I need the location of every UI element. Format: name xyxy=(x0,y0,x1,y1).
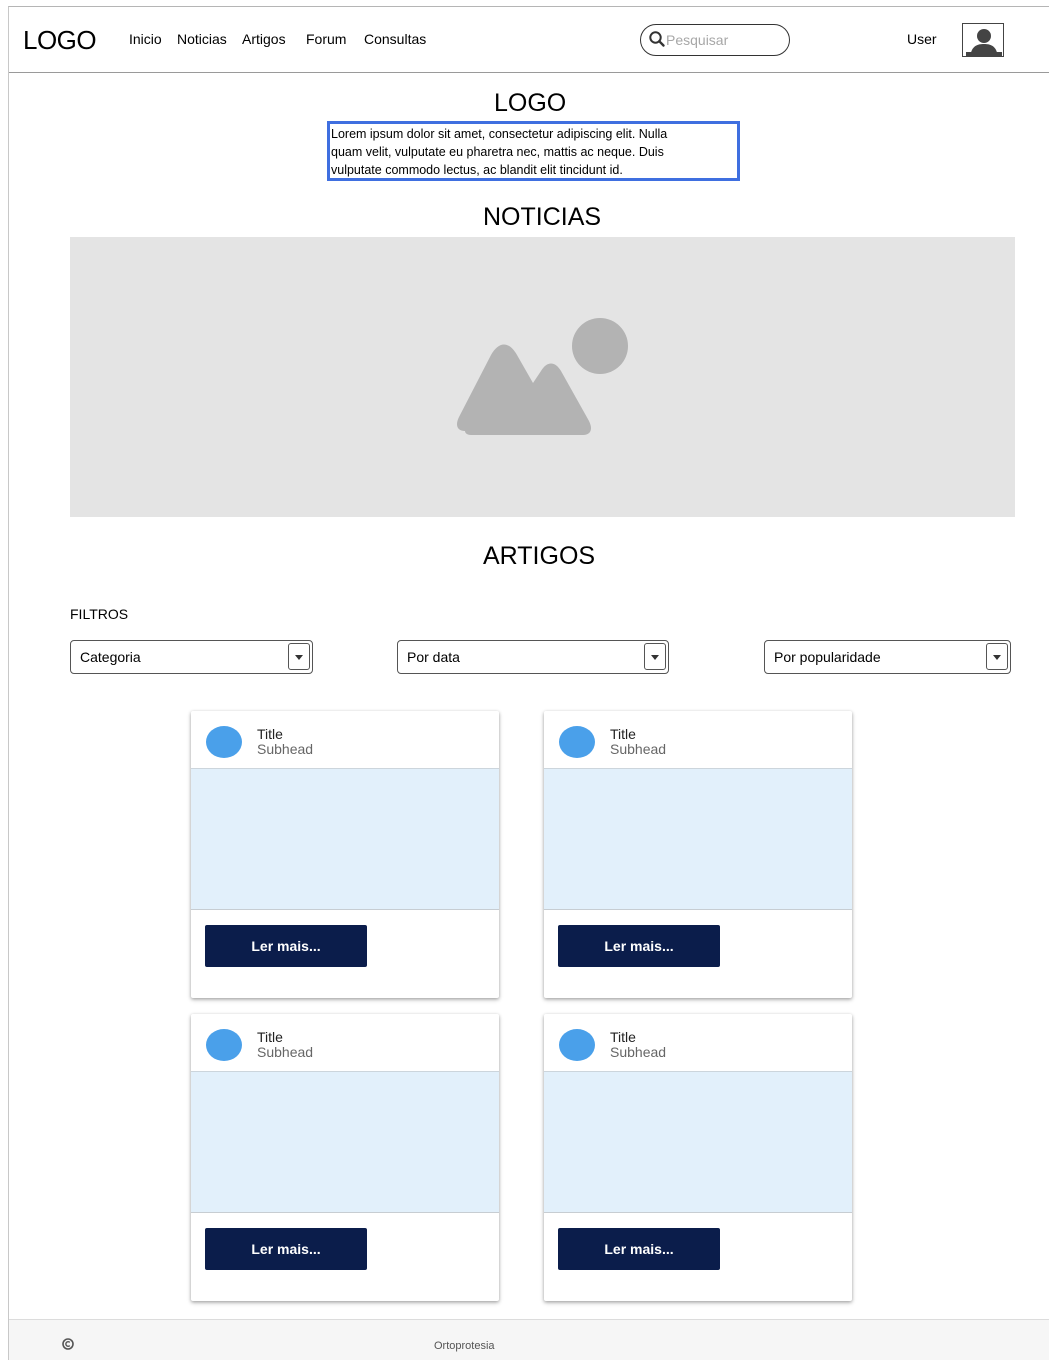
page: LOGO Inicio Noticias Artigos Forum Consu… xyxy=(8,6,1049,1360)
filter-popularity-select[interactable]: Por popularidade xyxy=(764,640,1011,674)
card-subhead: Subhead xyxy=(610,741,667,757)
nav-consultas[interactable]: Consultas xyxy=(364,31,426,47)
footer: Ortoprotesia xyxy=(9,1319,1049,1360)
card-subhead: Subhead xyxy=(257,741,314,757)
user-label[interactable]: User xyxy=(907,31,937,47)
article-card: Title Subhead Ler mais... xyxy=(191,1014,499,1301)
card-title: Title xyxy=(610,1029,636,1045)
filter-category-select[interactable]: Categoria xyxy=(70,640,313,674)
card-avatar xyxy=(206,726,242,758)
article-card: Title Subhead Ler mais... xyxy=(544,711,852,998)
nav-artigos[interactable]: Artigos xyxy=(242,31,286,47)
card-avatar xyxy=(206,1029,242,1061)
card-title: Title xyxy=(257,726,283,742)
card-media xyxy=(191,1071,499,1213)
select-value: Categoria xyxy=(80,649,141,665)
search-placeholder: Pesquisar xyxy=(666,32,729,48)
news-image-placeholder[interactable] xyxy=(70,237,1015,517)
filter-date-select[interactable]: Por data xyxy=(397,640,669,674)
top-nav-bar: LOGO Inicio Noticias Artigos Forum Consu… xyxy=(9,7,1049,73)
card-media xyxy=(191,768,499,910)
article-card: Title Subhead Ler mais... xyxy=(544,1014,852,1301)
card-title: Title xyxy=(257,1029,283,1045)
card-avatar xyxy=(559,1029,595,1061)
nav-inicio[interactable]: Inicio xyxy=(129,31,162,47)
card-media xyxy=(544,768,852,910)
card-avatar xyxy=(559,726,595,758)
card-subhead: Subhead xyxy=(610,1044,667,1060)
read-more-button[interactable]: Ler mais... xyxy=(205,1228,367,1270)
search-icon xyxy=(649,31,665,47)
intro-line: Lorem ipsum dolor sit amet, consectetur … xyxy=(331,127,668,141)
dropdown-arrow-icon[interactable] xyxy=(986,643,1008,670)
select-value: Por popularidade xyxy=(774,649,881,665)
search-input[interactable]: Pesquisar xyxy=(640,24,790,56)
intro-text-box: Lorem ipsum dolor sit amet, consectetur … xyxy=(327,121,740,181)
select-value: Por data xyxy=(407,649,460,665)
read-more-button[interactable]: Ler mais... xyxy=(558,1228,720,1270)
card-media xyxy=(544,1071,852,1213)
user-avatar-icon[interactable] xyxy=(962,23,1004,57)
footer-text: Ortoprotesia xyxy=(434,1340,495,1352)
nav-noticias[interactable]: Noticias xyxy=(177,31,227,47)
nav-forum[interactable]: Forum xyxy=(306,31,346,47)
article-card: Title Subhead Ler mais... xyxy=(191,711,499,998)
read-more-button[interactable]: Ler mais... xyxy=(558,925,720,967)
header-logo[interactable]: LOGO xyxy=(23,25,97,56)
hero-logo: LOGO xyxy=(494,89,567,117)
filters-label: FILTROS xyxy=(70,606,129,622)
dropdown-arrow-icon[interactable] xyxy=(644,643,666,670)
copyright-icon xyxy=(62,1338,74,1350)
intro-line: quam velit, vulputate eu pharetra nec, m… xyxy=(331,145,664,159)
intro-line: vulputate commodo lectus, ac blandit eli… xyxy=(331,163,623,177)
card-title: Title xyxy=(610,726,636,742)
read-more-button[interactable]: Ler mais... xyxy=(205,925,367,967)
dropdown-arrow-icon[interactable] xyxy=(288,643,310,670)
articles-section-title: ARTIGOS xyxy=(483,542,596,570)
news-section-title: NOTICIAS xyxy=(483,203,602,231)
image-placeholder-icon xyxy=(457,318,628,435)
card-subhead: Subhead xyxy=(257,1044,314,1060)
